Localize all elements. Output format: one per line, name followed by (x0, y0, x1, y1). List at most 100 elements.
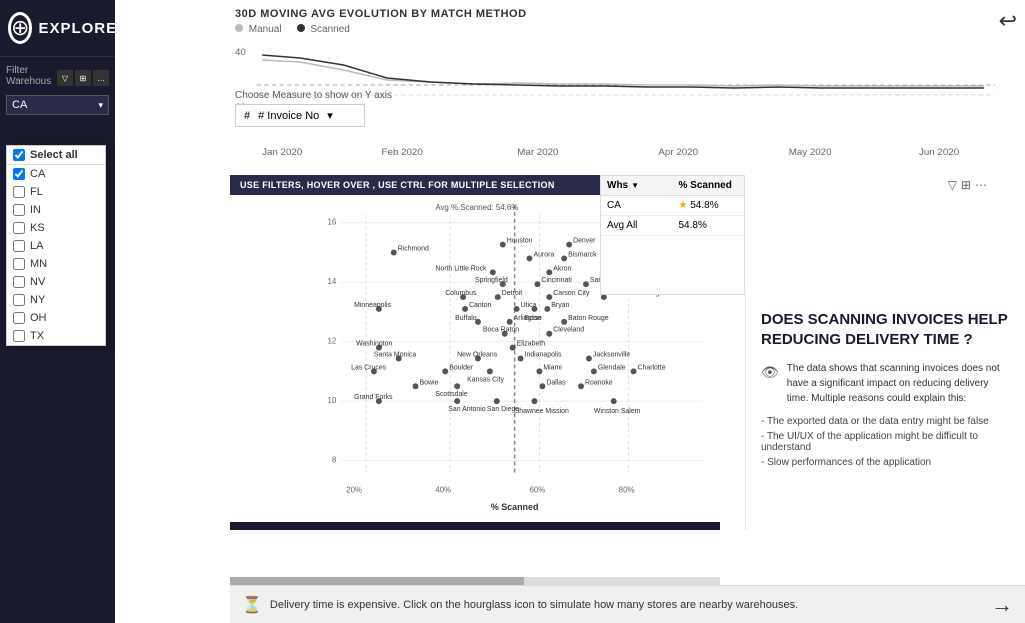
checkbox-nv[interactable] (13, 276, 25, 288)
back-button[interactable]: ↩ (999, 8, 1017, 34)
dropdown-item-la[interactable]: LA (7, 237, 105, 255)
legend-dot-scanned (297, 24, 305, 32)
footer-text: Delivery time is expensive. Click on the… (270, 599, 983, 611)
svg-text:60%: 60% (530, 485, 546, 494)
table-row-avg: Avg All 54.8% (601, 216, 744, 236)
svg-text:Bismarck: Bismarck (568, 251, 597, 258)
filter-ctrl-icon[interactable]: ▽ (948, 178, 957, 192)
item-label-nv: NV (30, 276, 45, 288)
svg-text:Buffalo: Buffalo (455, 315, 477, 322)
footer-bar: ⏳ Delivery time is expensive. Click on t… (230, 585, 1025, 623)
warehouse-dropdown-value: CA (12, 99, 27, 111)
svg-text:Avg %.Scanned: 54.6%: Avg %.Scanned: 54.6% (435, 203, 518, 212)
svg-text:Bryan: Bryan (551, 302, 569, 309)
dropdown-item-mn[interactable]: MN (7, 255, 105, 273)
svg-text:May 2020: May 2020 (789, 146, 832, 157)
col-whs[interactable]: Whs ▼ (601, 176, 673, 195)
svg-text:Jacksonville: Jacksonville (593, 352, 630, 359)
svg-text:Canton: Canton (469, 302, 491, 309)
dropdown-item-fl[interactable]: FL (7, 183, 105, 201)
scatter-title: USE FILTERS, HOVER OVER , USE CTRL FOR M… (240, 180, 555, 190)
scatter-scrollbar[interactable] (230, 577, 720, 585)
chart-legend: Manual Scanned (235, 24, 995, 35)
next-arrow-icon[interactable]: → (991, 592, 1013, 618)
measure-chevron-icon: ▾ (327, 109, 333, 122)
item-label-fl: FL (30, 186, 43, 198)
bullet-2: The UI/UX of the application might be di… (761, 429, 1010, 455)
more-ctrl-icon[interactable]: ⋯ (975, 178, 987, 192)
dropdown-item-in[interactable]: IN (7, 201, 105, 219)
svg-text:Las Cruces: Las Cruces (351, 364, 387, 371)
checkbox-la[interactable] (13, 240, 25, 252)
item-label-la: LA (30, 240, 43, 252)
dropdown-item-ks[interactable]: KS (7, 219, 105, 237)
svg-text:Winston Salem: Winston Salem (594, 408, 641, 415)
insight-text: The data shows that scanning invoices do… (787, 361, 1010, 406)
legend-manual: Manual (235, 24, 282, 35)
filter-row: Filter Warehous ▽ ⊞ … (6, 65, 109, 91)
svg-text:40: 40 (235, 46, 246, 57)
insight-bullets: The exported data or the data entry migh… (761, 414, 1010, 470)
svg-text:Minneapolis: Minneapolis (354, 302, 391, 309)
svg-text:Scottsdale: Scottsdale (435, 391, 467, 398)
svg-text:Denver: Denver (573, 238, 596, 245)
svg-text:Springfield: Springfield (475, 277, 508, 284)
checkbox-mn[interactable] (13, 258, 25, 270)
bullet-3: Slow performances of the application (761, 455, 1010, 470)
checkbox-ny[interactable] (13, 294, 25, 306)
svg-text:40%: 40% (435, 485, 451, 494)
filter-icon-3[interactable]: … (93, 70, 109, 86)
svg-text:16: 16 (327, 218, 336, 227)
col-pct-scanned[interactable]: % Scanned (673, 176, 745, 195)
dropdown-item-ny[interactable]: NY (7, 291, 105, 309)
warehouse-dropdown[interactable]: CA ▾ (6, 95, 109, 115)
select-all-label: Select all (30, 149, 78, 161)
svg-text:Cincinnati: Cincinnati (541, 277, 572, 284)
table-header: Whs ▼ % Scanned (601, 176, 744, 196)
dropdown-item-nv[interactable]: NV (7, 273, 105, 291)
svg-text:New Orleans: New Orleans (457, 352, 498, 359)
svg-text:Apr 2020: Apr 2020 (658, 146, 698, 157)
top-chart: 30D MOVING AVG EVOLUTION BY MATCH METHOD… (235, 0, 995, 175)
dropdown-item-ca[interactable]: CA (7, 165, 105, 183)
svg-text:Cleveland: Cleveland (553, 327, 584, 334)
measure-label: Choose Measure to show on Y axis (235, 90, 392, 101)
svg-text:Richmond: Richmond (398, 245, 429, 252)
svg-text:Akron: Akron (553, 265, 571, 272)
hourglass-icon[interactable]: ⏳ (242, 595, 262, 615)
checkbox-in[interactable] (13, 204, 25, 216)
dropdown-item-tx[interactable]: TX (7, 327, 105, 345)
select-all-checkbox[interactable] (13, 149, 25, 161)
filter-section: Filter Warehous ▽ ⊞ … CA ▾ Select all CA (0, 57, 115, 129)
item-label-ny: NY (30, 294, 45, 306)
measure-dropdown[interactable]: # # Invoice No ▾ (235, 104, 365, 127)
svg-text:8: 8 (332, 456, 337, 465)
dropdown-item-oh[interactable]: OH (7, 309, 105, 327)
insight-row: 👁 The data shows that scanning invoices … (761, 361, 1010, 406)
cell-pct-avg: 54.8% (673, 216, 745, 235)
svg-text:12: 12 (327, 337, 336, 346)
filter-icon-1[interactable]: ▽ (57, 70, 73, 86)
checkbox-tx[interactable] (13, 330, 25, 342)
svg-text:Jan 2020: Jan 2020 (262, 146, 302, 157)
item-label-ca: CA (30, 168, 45, 180)
right-panel-title: DOES SCANNING INVOICES HELP REDUCING DEL… (761, 310, 1010, 349)
svg-text:Dallas: Dallas (546, 379, 566, 386)
select-all-item[interactable]: Select all (7, 146, 105, 165)
logo-icon (8, 12, 32, 44)
whs-ca-label: CA (607, 200, 621, 211)
item-label-in: IN (30, 204, 41, 216)
grid-ctrl-icon[interactable]: ⊞ (961, 178, 971, 192)
checkbox-oh[interactable] (13, 312, 25, 324)
main-content: Choose Measure to show on Y axis # # Inv… (115, 0, 1025, 623)
checkbox-ca[interactable] (13, 168, 25, 180)
cell-whs-ca: CA (601, 196, 673, 215)
svg-text:North Little Rock: North Little Rock (435, 265, 487, 272)
checkbox-ks[interactable] (13, 222, 25, 234)
svg-text:Jun 2020: Jun 2020 (919, 146, 959, 157)
filter-icon-2[interactable]: ⊞ (75, 70, 91, 86)
item-label-tx: TX (30, 330, 44, 342)
checkbox-fl[interactable] (13, 186, 25, 198)
top-right-controls: ▽ ⊞ ⋯ (948, 178, 987, 192)
svg-text:Carson City: Carson City (553, 290, 590, 297)
